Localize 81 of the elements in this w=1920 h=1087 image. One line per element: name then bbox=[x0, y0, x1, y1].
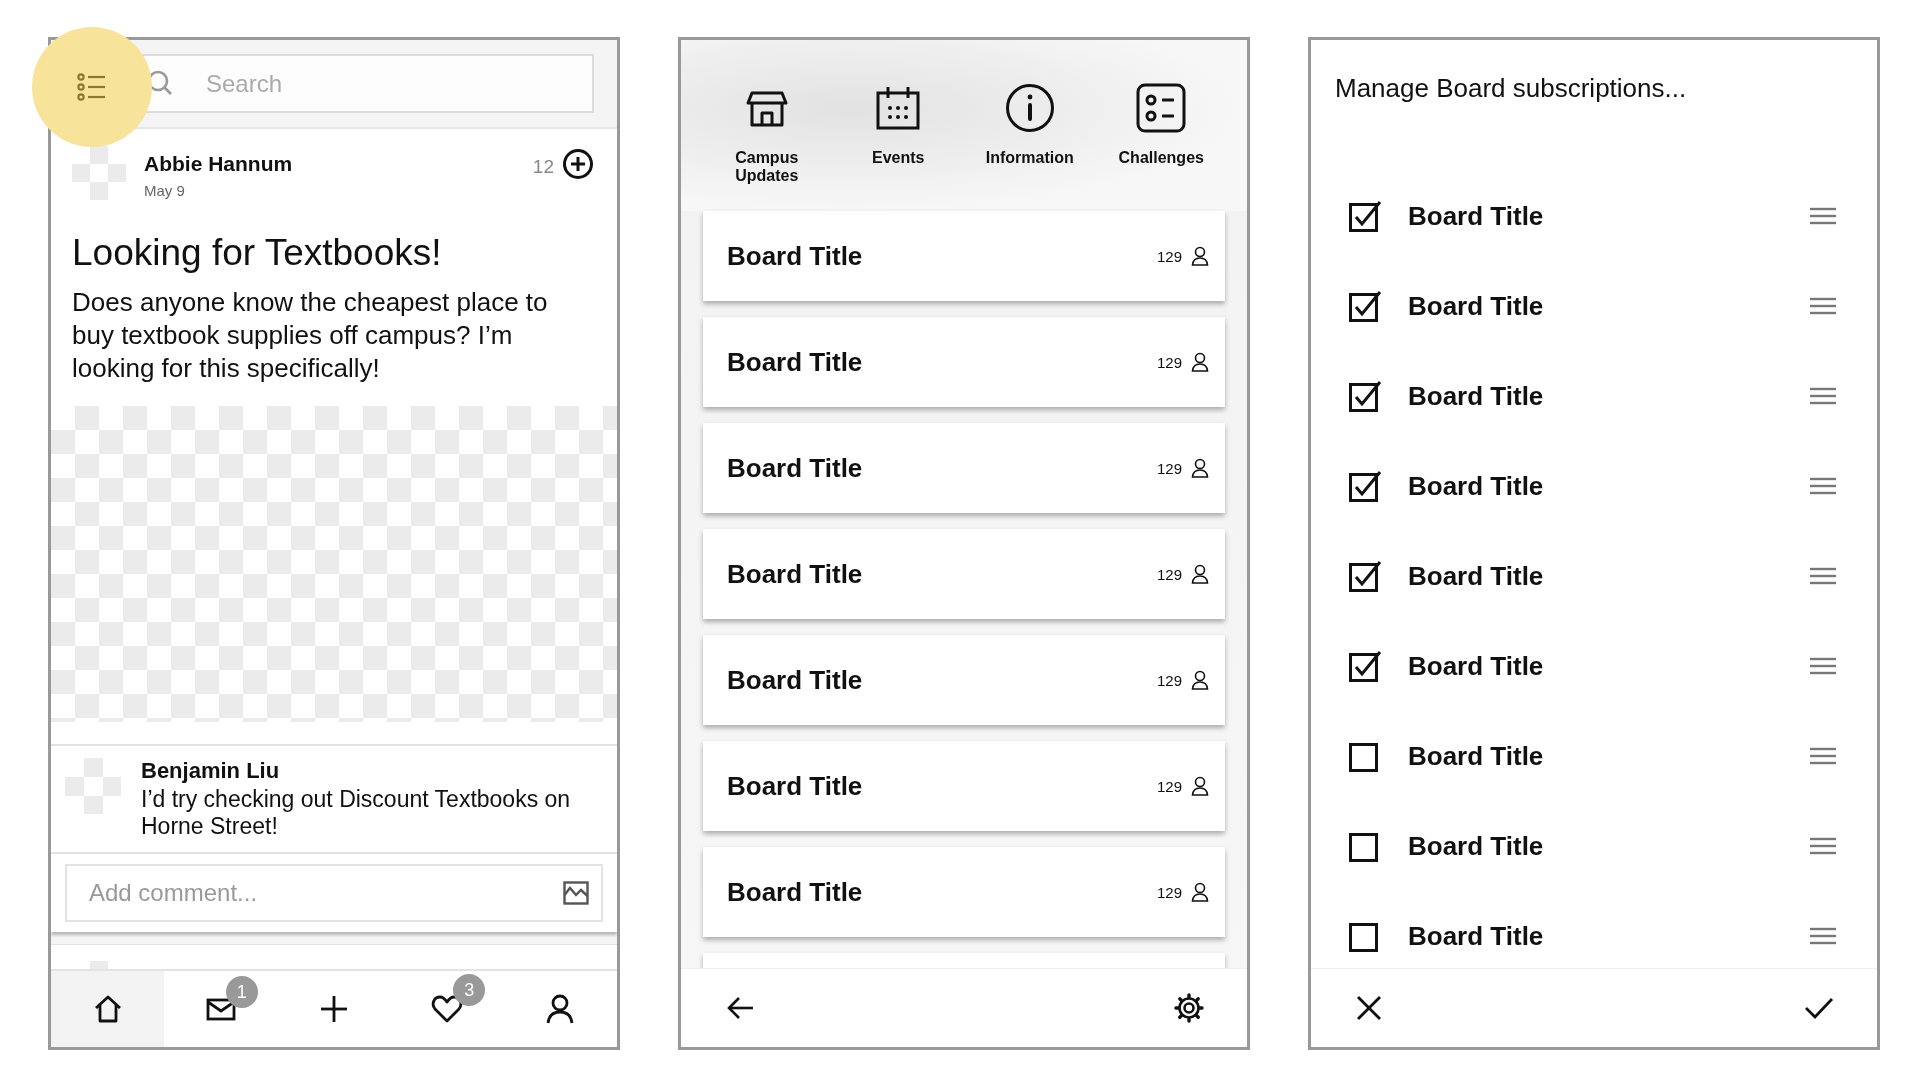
heart-icon bbox=[431, 994, 464, 1024]
board-title: Board Title bbox=[1408, 920, 1545, 952]
drag-handle-icon[interactable] bbox=[1809, 837, 1837, 855]
board-title: Board Title bbox=[1408, 200, 1545, 232]
person-icon bbox=[1191, 776, 1209, 796]
member-count: 129 bbox=[1156, 459, 1182, 477]
board-title: Board Title bbox=[727, 770, 864, 802]
board-title: Board Title bbox=[727, 876, 864, 908]
person-icon bbox=[1191, 670, 1209, 690]
plus-icon bbox=[319, 994, 349, 1024]
image-icon[interactable] bbox=[563, 881, 589, 905]
member-count: 129 bbox=[1156, 777, 1182, 795]
board-title: Board Title bbox=[1408, 740, 1545, 772]
board-card[interactable]: Board Title 129 bbox=[703, 635, 1225, 725]
member-count: 129 bbox=[1156, 353, 1182, 371]
board-title: Board Title bbox=[1408, 380, 1545, 412]
person-icon bbox=[1191, 564, 1209, 584]
drag-handle-icon[interactable] bbox=[1809, 207, 1837, 225]
board-title: Board Title bbox=[1408, 470, 1545, 502]
post-body: Does anyone know the cheapest place to buy textbook supplies off campus? I’m looking for this specifically! bbox=[71, 286, 549, 385]
drag-handle-icon[interactable] bbox=[1809, 567, 1837, 585]
board-card[interactable]: Board Title 129 bbox=[703, 847, 1225, 937]
dialog-title: Manage Board subscriptions... bbox=[1334, 72, 1688, 105]
category-button[interactable]: Campus Updates bbox=[701, 83, 833, 185]
close-icon[interactable] bbox=[1356, 995, 1382, 1021]
post-date: May 9 bbox=[144, 182, 186, 199]
settings-icon[interactable] bbox=[1174, 993, 1204, 1023]
board-title: Board Title bbox=[727, 664, 864, 696]
person-icon bbox=[1191, 246, 1209, 266]
board-card[interactable]: Board Title 129 bbox=[703, 423, 1225, 513]
checkbox[interactable] bbox=[1349, 650, 1383, 682]
member-count: 129 bbox=[1156, 671, 1182, 689]
checkbox[interactable] bbox=[1349, 200, 1383, 232]
board-card[interactable]: Board Title 129 bbox=[703, 211, 1225, 301]
back-arrow-icon[interactable] bbox=[726, 996, 754, 1020]
post-title: Looking for Textbooks! bbox=[71, 231, 443, 274]
comment-field[interactable]: Add comment... bbox=[65, 864, 603, 922]
board-title: Board Title bbox=[1408, 290, 1545, 322]
drag-handle-icon[interactable] bbox=[1809, 387, 1837, 405]
checklist-icon bbox=[1136, 83, 1187, 133]
board-title: Board Title bbox=[727, 558, 864, 590]
checkbox[interactable] bbox=[1349, 290, 1383, 322]
checkbox[interactable] bbox=[1349, 380, 1383, 412]
comment-text: I’d try checking out Discount Textbooks on Horne Street! bbox=[141, 786, 572, 840]
drag-handle-icon[interactable] bbox=[1809, 657, 1837, 675]
board-title: Board Title bbox=[1408, 560, 1545, 592]
drag-handle-icon[interactable] bbox=[1809, 747, 1837, 765]
person-icon bbox=[1191, 458, 1209, 478]
board-card[interactable]: Board Title 129 bbox=[703, 529, 1225, 619]
home-tab[interactable] bbox=[51, 971, 165, 1047]
info-icon bbox=[1004, 83, 1055, 133]
board-title: Board Title bbox=[727, 240, 864, 272]
mail-icon bbox=[205, 996, 236, 1022]
person-icon bbox=[1191, 882, 1209, 902]
drag-handle-icon[interactable] bbox=[1809, 927, 1837, 945]
comment-author: Benjamin Liu bbox=[141, 758, 281, 784]
member-count: 129 bbox=[1156, 247, 1182, 265]
checkbox[interactable] bbox=[1349, 560, 1383, 592]
drag-handle-icon[interactable] bbox=[1809, 477, 1837, 495]
board-title: Board Title bbox=[1408, 650, 1545, 682]
notification-badge: 1 bbox=[225, 976, 258, 1008]
add-circle-icon[interactable] bbox=[562, 148, 594, 180]
drag-handle-icon[interactable] bbox=[1809, 297, 1837, 315]
checkbox[interactable] bbox=[1349, 470, 1383, 502]
board-card[interactable]: Board Title 129 bbox=[703, 317, 1225, 407]
menu-icon bbox=[77, 72, 107, 102]
person-icon bbox=[546, 994, 575, 1024]
author-name: Abbie Hannum bbox=[144, 152, 294, 176]
board-card[interactable]: Board Title 129 bbox=[703, 741, 1225, 831]
person-icon bbox=[1191, 352, 1209, 372]
member-count: 129 bbox=[1156, 883, 1182, 901]
notification-badge: 3 bbox=[453, 974, 486, 1006]
post-count: 12 bbox=[532, 156, 554, 178]
checkmark-icon[interactable] bbox=[1804, 997, 1834, 1019]
category-button[interactable]: Information bbox=[964, 83, 1096, 167]
category-button[interactable]: Challenges bbox=[1095, 83, 1227, 167]
board-title: Board Title bbox=[727, 452, 864, 484]
category-button[interactable]: Events bbox=[832, 83, 964, 167]
member-count: 129 bbox=[1156, 565, 1182, 583]
board-title: Board Title bbox=[1408, 830, 1545, 862]
board-title: Board Title bbox=[727, 346, 864, 378]
